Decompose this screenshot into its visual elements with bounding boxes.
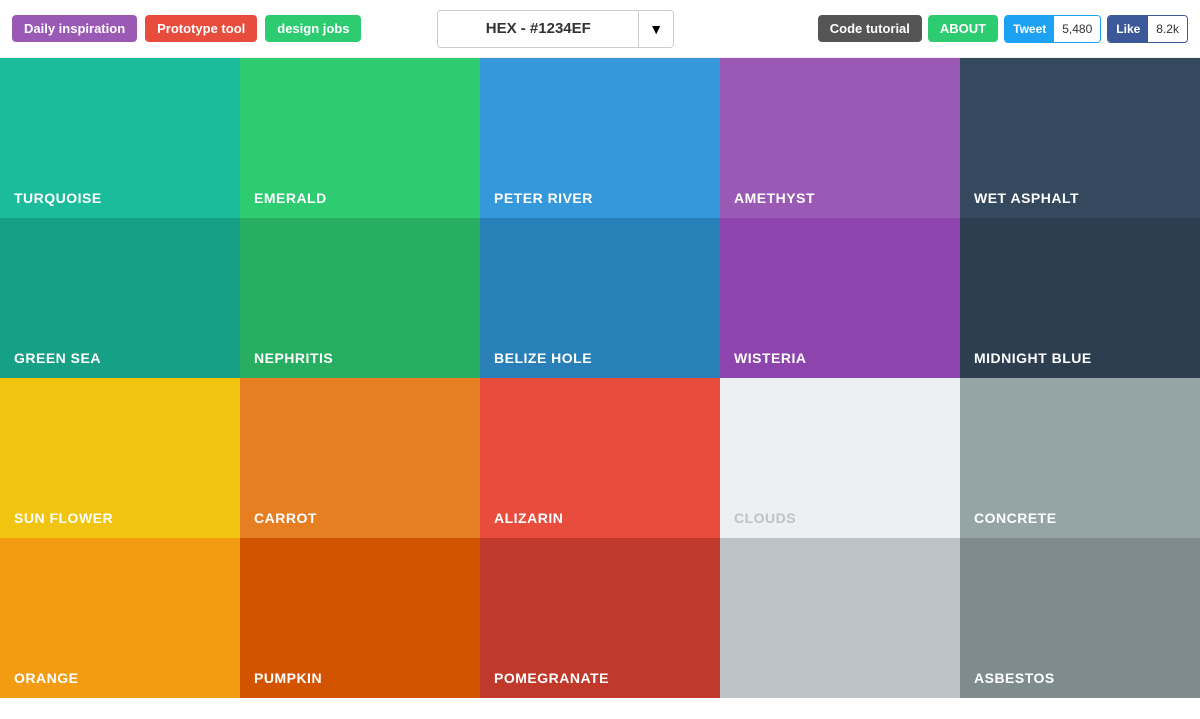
facebook-count: 8.2k: [1148, 16, 1187, 42]
code-tutorial-button[interactable]: Code tutorial: [818, 15, 922, 42]
color-cell[interactable]: NEPHRITIS: [240, 218, 480, 378]
daily-inspiration-button[interactable]: Daily inspiration: [12, 15, 137, 42]
right-controls: Code tutorial ABOUT Tweet 5,480 Like 8.2…: [818, 15, 1188, 43]
color-name-label: AMETHYST: [734, 190, 815, 206]
color-name-label: PETER RIVER: [494, 190, 593, 206]
facebook-like-button[interactable]: Like 8.2k: [1107, 15, 1188, 43]
color-name-label: WISTERIA: [734, 350, 806, 366]
color-cell[interactable]: WET ASPHALT: [960, 58, 1200, 218]
color-cell[interactable]: WISTERIA: [720, 218, 960, 378]
color-cell[interactable]: SILVER: [720, 538, 960, 698]
color-name-label: SUN FLOWER: [14, 510, 113, 526]
color-grid: TURQUOISE EMERALD PETER RIVER AMETHYST WET A…: [0, 58, 1200, 698]
color-name-label: BELIZE HOLE: [494, 350, 592, 366]
color-name-label: ORANGE: [14, 670, 78, 686]
facebook-icon: Like: [1108, 16, 1148, 42]
hex-dropdown-button[interactable]: ▼: [638, 11, 673, 47]
color-cell[interactable]: ORANGE: [0, 538, 240, 698]
color-cell[interactable]: ALIZARIN: [480, 378, 720, 538]
color-cell[interactable]: EMERALD: [240, 58, 480, 218]
color-name-label: TURQUOISE: [14, 190, 102, 206]
twitter-icon: Tweet: [1005, 16, 1054, 42]
about-button[interactable]: ABOUT: [928, 15, 998, 42]
design-jobs-button[interactable]: design jobs: [265, 15, 361, 42]
color-cell[interactable]: AMETHYST: [720, 58, 960, 218]
color-cell[interactable]: GREEN SEA: [0, 218, 240, 378]
color-name-label: CLOUDS: [734, 510, 796, 526]
color-name-label: ALIZARIN: [494, 510, 563, 526]
prototype-tool-button[interactable]: Prototype tool: [145, 15, 257, 42]
color-cell[interactable]: SUN FLOWER: [0, 378, 240, 538]
hex-input[interactable]: [438, 20, 638, 37]
color-name-label: CARROT: [254, 510, 317, 526]
color-name-label: NEPHRITIS: [254, 350, 333, 366]
color-name-label: GREEN SEA: [14, 350, 101, 366]
color-cell[interactable]: BELIZE HOLE: [480, 218, 720, 378]
color-cell[interactable]: MIDNIGHT BLUE: [960, 218, 1200, 378]
color-name-label: POMEGRANATE: [494, 670, 609, 686]
color-cell[interactable]: CARROT: [240, 378, 480, 538]
color-cell[interactable]: PETER RIVER: [480, 58, 720, 218]
tweet-count: 5,480: [1054, 16, 1100, 42]
color-name-label: CONCRETE: [974, 510, 1057, 526]
color-name-label: PUMPKIN: [254, 670, 322, 686]
color-name-label: SILVER: [734, 670, 787, 686]
color-name-label: MIDNIGHT BLUE: [974, 350, 1092, 366]
color-cell[interactable]: ASBESTOS: [960, 538, 1200, 698]
header: Daily inspiration Prototype tool design …: [0, 0, 1200, 58]
color-cell[interactable]: CLOUDS: [720, 378, 960, 538]
color-name-label: EMERALD: [254, 190, 327, 206]
color-cell[interactable]: CONCRETE: [960, 378, 1200, 538]
twitter-share-button[interactable]: Tweet 5,480: [1004, 15, 1101, 43]
color-cell[interactable]: TURQUOISE: [0, 58, 240, 218]
color-name-label: WET ASPHALT: [974, 190, 1079, 206]
color-cell[interactable]: POMEGRANATE: [480, 538, 720, 698]
color-name-label: ASBESTOS: [974, 670, 1055, 686]
hex-container: ▼: [437, 10, 674, 48]
color-cell[interactable]: PUMPKIN: [240, 538, 480, 698]
